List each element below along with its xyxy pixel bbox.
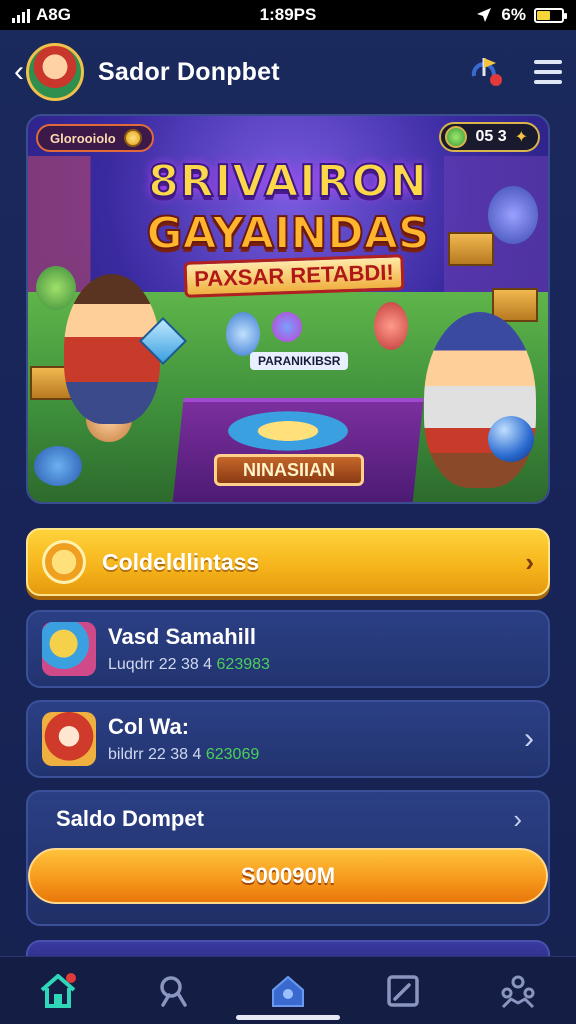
nav-tasks[interactable]	[373, 965, 433, 1017]
gem-pile-icon	[218, 408, 358, 454]
wallet-amount-button[interactable]: S00090M	[28, 848, 548, 904]
card-subtitle: bildrr 22 38 4 623069	[108, 746, 259, 764]
gem-cluster-icon	[272, 312, 302, 342]
battery-icon	[534, 7, 567, 23]
nav-home[interactable]	[28, 965, 88, 1017]
wallet-header[interactable]: Saldo Dompet ›	[40, 804, 536, 834]
hero-character-right	[424, 312, 536, 488]
house-badge-icon	[271, 975, 304, 1007]
status-bar: A8G 1:89PS 6%	[0, 0, 576, 30]
search-icon	[160, 975, 187, 1007]
banner-mini-label: PARANIKIBSR	[250, 352, 349, 370]
carrier-label: A8G	[36, 5, 71, 24]
list-item[interactable]: Col Wa: bildrr 22 38 4 623069 ›	[26, 700, 550, 778]
banner-score-pill: 05 3 ✦	[439, 122, 540, 152]
quest-button[interactable]: Coldeldlintass ›	[26, 528, 550, 596]
sun-badge-icon	[42, 540, 86, 584]
location-icon	[477, 8, 492, 22]
people-icon	[501, 975, 535, 1008]
promo-banner[interactable]: Glorooiolo 05 3 ✦ 8RIVAIRON GAYAINDAS PA…	[26, 114, 550, 504]
page-title: Sador Donpbet	[98, 57, 280, 86]
banner-title-line2: GAYAINDAS	[145, 207, 430, 260]
card-subtitle-number: 623983	[216, 656, 270, 673]
bottom-nav	[0, 956, 576, 1024]
nav-search[interactable]	[143, 965, 203, 1017]
nav-shop[interactable]	[258, 965, 318, 1017]
status-left: A8G	[12, 5, 71, 25]
hero-character-left	[64, 274, 160, 424]
mini-character-icon	[374, 302, 408, 350]
fox-mascot-icon	[42, 712, 96, 766]
app-header: ‹ Sador Donpbet	[0, 30, 576, 114]
chevron-right-icon: ›	[525, 546, 534, 577]
chevron-right-icon: ›	[513, 803, 522, 834]
wallet-card: Saldo Dompet › S00090M	[26, 790, 550, 926]
notification-dot	[65, 972, 76, 983]
coin-icon	[123, 129, 142, 147]
mini-character-icon	[226, 312, 260, 356]
card-title: Vasd Samahill	[108, 624, 256, 649]
card-text: Col Wa: bildrr 22 38 4 623069	[108, 714, 259, 764]
chevron-right-icon: ›	[524, 722, 534, 755]
gems-icon	[42, 622, 96, 676]
robot-icon	[34, 446, 82, 486]
star-icon: ✦	[514, 129, 528, 146]
monster-icon	[36, 266, 76, 310]
home-indicator	[236, 1015, 340, 1020]
gem-icon	[445, 126, 468, 148]
signal-icon	[12, 7, 30, 23]
card-text: Vasd Samahill Luqdrr 22 38 4 623983	[108, 624, 270, 674]
back-icon[interactable]: ‹	[14, 57, 24, 87]
banner-tag-pill: Glorooiolo	[36, 124, 154, 152]
wallet-title: Saldo Dompet	[56, 806, 204, 831]
avatar[interactable]	[26, 43, 84, 101]
battery-percent: 6%	[501, 5, 526, 24]
list-item[interactable]: Vasd Samahill Luqdrr 22 38 4 623983	[26, 610, 550, 688]
flag-notification-icon[interactable]	[466, 54, 506, 90]
card-subtitle-prefix: Luqdrr 22 38 4	[108, 656, 213, 673]
banner-title-line1: 8RIVAIRON	[147, 155, 428, 208]
card-subtitle: Luqdrr 22 38 4 623983	[108, 656, 270, 674]
banner-name-badge: NINASIIAN	[214, 454, 364, 486]
card-subtitle-number: 623069	[205, 746, 260, 763]
header-actions	[466, 54, 562, 90]
menu-icon[interactable]	[534, 60, 562, 84]
ball-icon	[488, 416, 534, 462]
nav-community[interactable]	[488, 965, 548, 1017]
status-right: 6%	[475, 5, 567, 25]
banner-score-value: 05 3	[475, 128, 507, 145]
card-title: Col Wa:	[108, 714, 190, 739]
card-subtitle-prefix: bildrr 22 38 4	[108, 746, 202, 763]
banner-subtitle-ribbon: PAXSAR RETABDI!	[183, 254, 405, 298]
banner-tag-label: Glorooiolo	[50, 130, 116, 146]
quest-button-label: Coldeldlintass	[102, 548, 260, 575]
edit-icon	[387, 974, 419, 1007]
